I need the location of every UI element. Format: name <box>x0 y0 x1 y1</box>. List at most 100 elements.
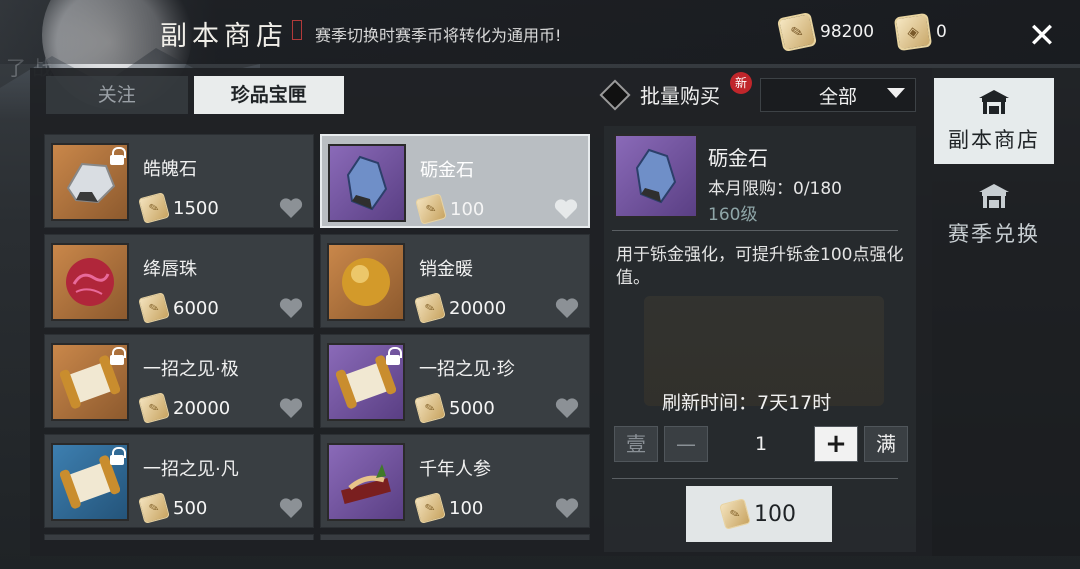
currency-season: ✎ 98200 <box>776 11 875 53</box>
item-thumbnail <box>327 343 405 421</box>
favorite-heart-icon[interactable] <box>279 197 303 219</box>
item-thumbnail <box>328 144 406 222</box>
top-bar: 副本商店 赛季切换时赛季币将转化为通用币! ✎ 98200 ◈ 0 ✕ <box>0 0 1080 64</box>
checkbox-diamond-icon[interactable] <box>599 78 631 111</box>
ginseng-icon <box>341 464 391 504</box>
favorite-heart-icon[interactable] <box>555 497 579 519</box>
buy-button[interactable]: ✎ 100 <box>686 486 832 542</box>
sidebar-item-season-exchange[interactable]: 赛季兑换 <box>934 172 1054 258</box>
item-card[interactable]: 千年人参 ✎ 100 <box>320 434 590 528</box>
detail-thumbnail <box>614 134 698 218</box>
detail-item-name: 砺金石 <box>708 146 768 170</box>
sidebar-item-dungeon-shop[interactable]: 副本商店 <box>934 78 1054 164</box>
filter-selected: 全部 <box>818 85 857 108</box>
item-card-selected[interactable]: 砺金石 ✎ 100 <box>320 134 590 228</box>
item-description: 用于铄金强化，可提升铄金100点强化值。 <box>616 245 904 288</box>
item-thumbnail <box>327 243 405 321</box>
season-coin-icon: ✎ <box>776 11 818 53</box>
quantity-max-button[interactable]: 满 <box>864 426 908 462</box>
red-pearl-icon <box>66 258 114 306</box>
refresh-time: 刷新时间：7天17时 <box>662 392 832 414</box>
coin-icon: ✎ <box>414 392 446 424</box>
chevron-down-icon <box>887 88 905 98</box>
item-card-partial <box>44 534 314 540</box>
currency-badge: ◈ 0 <box>893 12 947 52</box>
currency-season-value: 98200 <box>820 22 875 42</box>
item-thumbnail <box>327 443 405 521</box>
coin-icon: ✎ <box>414 492 446 524</box>
quantity-input[interactable]: 1 <box>710 426 812 462</box>
favorite-heart-icon[interactable] <box>279 397 303 419</box>
favorite-heart-icon[interactable] <box>554 198 578 220</box>
item-price: ✎ 100 <box>414 492 483 524</box>
item-price-value: 1500 <box>173 197 219 219</box>
exchange-icon <box>979 184 1009 208</box>
new-badge: 新 <box>730 72 752 94</box>
quantity-increase-button[interactable]: + <box>814 426 858 462</box>
filter-dropdown[interactable]: 全部 <box>760 78 916 112</box>
item-price: ✎ 500 <box>138 492 208 524</box>
coin-icon: ✎ <box>415 193 447 225</box>
item-card[interactable]: 一招之见·凡 ✎ 500 <box>44 434 314 528</box>
coin-icon: ✎ <box>138 192 170 224</box>
item-price: ✎ 1500 <box>138 192 219 224</box>
quantity-decrease-button[interactable]: — <box>664 426 708 462</box>
item-card[interactable]: 一招之见·珍 ✎ 5000 <box>320 334 590 428</box>
favorite-heart-icon[interactable] <box>555 397 579 419</box>
item-card[interactable]: 销金暖 ✎ 20000 <box>320 234 590 328</box>
item-name: 销金暖 <box>419 259 473 280</box>
item-price-value: 100 <box>450 198 485 220</box>
favorite-heart-icon[interactable] <box>555 297 579 319</box>
item-thumbnail <box>51 143 129 221</box>
tab-treasure-box[interactable]: 珍品宝匣 <box>193 76 344 114</box>
item-price: ✎ 20000 <box>414 292 507 324</box>
item-price: ✎ 6000 <box>138 292 219 324</box>
item-name: 一招之见·珍 <box>419 359 515 380</box>
item-thumbnail <box>51 443 129 521</box>
divider <box>612 230 898 231</box>
item-card[interactable]: 一招之见·极 ✎ 20000 <box>44 334 314 428</box>
buy-price: 100 <box>754 501 796 527</box>
lock-icon <box>109 347 126 365</box>
close-icon: ✕ <box>1027 16 1057 56</box>
item-price: ✎ 100 <box>415 193 485 225</box>
item-thumbnail <box>51 243 129 321</box>
sidebar-item-label: 赛季兑换 <box>948 222 1040 246</box>
coin-icon: ✎ <box>138 292 170 324</box>
level-requirement: 160级 <box>708 205 758 225</box>
item-price-value: 20000 <box>449 297 507 319</box>
item-price-value: 6000 <box>173 297 219 319</box>
favorite-heart-icon[interactable] <box>279 297 303 319</box>
badge-coin-icon: ◈ <box>893 12 933 52</box>
item-name: 皓魄石 <box>143 159 197 180</box>
item-card[interactable]: 绛唇珠 ✎ 6000 <box>44 234 314 328</box>
purchase-limit: 本月限购：0/180 <box>708 179 842 199</box>
item-detail-panel: 砺金石 本月限购：0/180 160级 用于铄金强化，可提升铄金100点强化值。… <box>604 126 916 552</box>
tab-follow[interactable]: 关注 <box>46 76 188 114</box>
item-thumbnail <box>51 343 129 421</box>
gem-blue-icon <box>635 148 677 204</box>
lock-icon <box>109 447 126 465</box>
gold-orb-icon <box>342 258 390 306</box>
close-button[interactable]: ✕ <box>1022 16 1062 56</box>
favorite-heart-icon[interactable] <box>279 497 303 519</box>
coin-icon: ✎ <box>414 292 446 324</box>
page-subtitle: 赛季切换时赛季币将转化为通用币! <box>315 26 562 45</box>
lock-icon <box>109 147 126 165</box>
coin-icon: ✎ <box>138 392 170 424</box>
item-card[interactable]: 皓魄石 ✎ 1500 <box>44 134 314 228</box>
divider <box>612 478 898 479</box>
sidebar: 副本商店 赛季兑换 <box>932 68 1080 556</box>
item-price: ✎ 20000 <box>138 392 231 424</box>
item-price-value: 500 <box>173 497 208 519</box>
item-price: ✎ 5000 <box>414 392 495 424</box>
shop-tabs: 关注 珍品宝匣 <box>46 76 344 114</box>
coin-icon: ✎ <box>138 492 170 524</box>
coin-icon: ✎ <box>719 498 751 530</box>
item-price-value: 20000 <box>173 397 231 419</box>
quantity-min-button[interactable]: 壹 <box>614 426 658 462</box>
gem-blue-icon <box>346 155 388 211</box>
item-grid: 皓魄石 ✎ 1500 砺金石 ✎ 100 绛唇珠 ✎ 6000 销金暖 ✎ 20… <box>44 128 592 540</box>
bulk-buy-toggle[interactable]: 批量购买 新 <box>599 72 752 111</box>
item-name: 一招之见·凡 <box>143 459 239 480</box>
